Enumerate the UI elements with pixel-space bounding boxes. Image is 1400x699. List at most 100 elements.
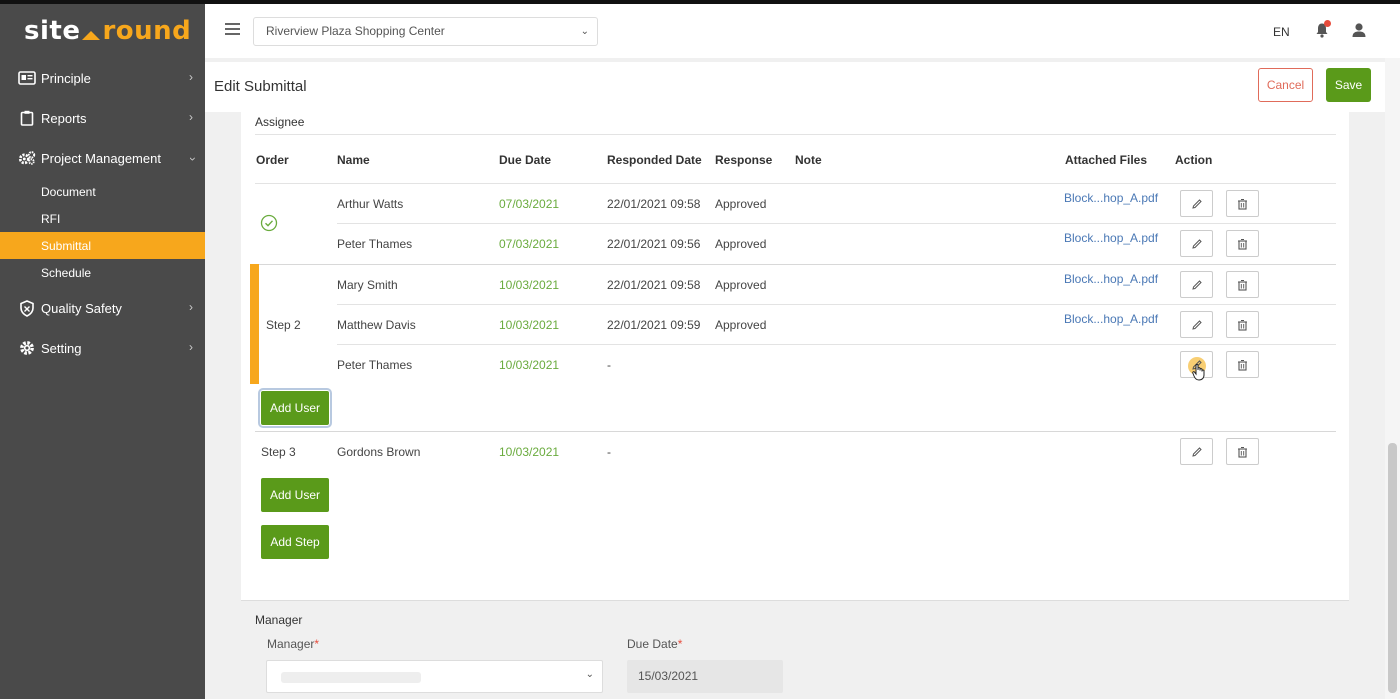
sidebar-subitem-document[interactable]: Document [0,178,205,205]
due-date: 07/03/2021 [499,197,560,211]
notification-bell-icon[interactable] [1315,20,1331,38]
chevron-down-icon: ⌄ [585,669,594,680]
edit-button[interactable] [1180,351,1213,381]
edit-button[interactable] [1180,271,1213,298]
sidebar-item-label: Project Management [41,150,161,166]
due-date-input: 15/03/2021 [627,660,783,693]
assignee-name: Mary Smith [337,278,398,292]
add-user-button[interactable]: Add User [261,478,329,512]
logo: site round [0,4,205,58]
responded-date: - [607,358,611,372]
trash-icon [1238,359,1247,371]
logo-arrow-icon [82,30,101,40]
sidebar-item-reports[interactable]: Reports › [0,98,205,138]
assignee-section-title: Assignee [255,115,305,129]
step-1-completed-icon [260,214,278,235]
delete-button[interactable] [1226,271,1259,298]
attached-file-link[interactable]: Block...hop_A.pdf [1064,272,1158,286]
gear-icon [18,340,36,356]
responded-date: 22/01/2021 09:56 [607,237,701,251]
due-date: 10/03/2021 [499,318,560,332]
due-date: 10/03/2021 [499,358,560,372]
response: Approved [715,318,767,332]
responded-date: 22/01/2021 09:58 [607,278,701,292]
scrollbar-thumb[interactable] [1388,443,1397,693]
attached-file-link[interactable]: Block...hop_A.pdf [1064,191,1158,205]
chevron-right-icon: › [189,300,193,314]
language-switch[interactable]: EN [1273,25,1290,39]
step-label: Step 2 [266,318,301,332]
sidebar-item-principle[interactable]: Principle › [0,58,205,98]
project-select[interactable]: Riverview Plaza Shopping Center ⌄ [253,17,598,46]
clipboard-icon [18,110,36,126]
divider [255,183,1336,184]
sidebar-subitem-rfi[interactable]: RFI [0,205,205,232]
edit-button[interactable] [1180,438,1213,465]
step-label: Step 3 [261,445,296,459]
trash-icon [1238,319,1247,331]
divider [337,223,1336,224]
edit-button[interactable] [1180,311,1213,338]
sidebar-item-project-management[interactable]: Project Management › [0,138,205,178]
scrollbar[interactable] [1385,58,1400,699]
manager-select[interactable]: ⌄ [266,660,603,693]
gears-icon [18,150,36,166]
sidebar: site round Principle › Reports › Project … [0,4,205,699]
required-mark: * [677,637,683,651]
delete-button[interactable] [1226,351,1259,378]
due-date-field-label: Due Date* [627,637,682,651]
trash-icon [1238,279,1247,291]
page-title: Edit Submittal [214,78,307,95]
due-date: 10/03/2021 [499,278,560,292]
id-card-icon [18,70,36,86]
divider [255,264,1336,265]
chevron-right-icon: › [189,110,193,124]
col-header-order: Order [256,153,289,167]
col-header-responded-date: Responded Date [607,153,702,167]
sidebar-subitem-schedule[interactable]: Schedule [0,259,205,286]
add-user-button[interactable]: Add User [258,388,332,428]
required-mark: * [314,637,320,651]
trash-icon [1238,238,1247,250]
sidebar-item-quality-safety[interactable]: Quality Safety › [0,288,205,328]
attached-file-link[interactable]: Block...hop_A.pdf [1064,312,1158,326]
attached-file-link[interactable]: Block...hop_A.pdf [1064,231,1158,245]
chevron-down-icon: › [186,157,200,161]
sidebar-item-setting[interactable]: Setting › [0,328,205,368]
add-step-button[interactable]: Add Step [261,525,329,559]
edit-button[interactable] [1180,230,1213,257]
menu-icon[interactable] [225,23,240,35]
title-bar: Edit Submittal Cancel Save [205,62,1385,112]
user-icon[interactable] [1351,22,1367,38]
chevron-down-icon: ⌄ [580,26,589,37]
pencil-icon [1191,446,1202,457]
col-header-note: Note [795,153,822,167]
shield-icon [18,299,36,317]
divider [337,304,1336,305]
manager-field-label: Manager* [267,637,319,651]
delete-button[interactable] [1226,438,1259,465]
trash-icon [1238,198,1247,210]
due-date: 10/03/2021 [499,445,560,459]
delete-button[interactable] [1226,190,1259,217]
assignee-name: Peter Thames [337,237,413,251]
delete-button[interactable] [1226,230,1259,257]
responded-date: - [607,445,611,459]
sidebar-item-label: Principle [41,70,91,86]
delete-button[interactable] [1226,311,1259,338]
col-header-attached-files: Attached Files [1065,153,1148,167]
sidebar-subitem-submittal[interactable]: Submittal [0,232,205,259]
sidebar-item-label: Setting [41,340,82,356]
cancel-button[interactable]: Cancel [1258,68,1313,102]
manager-label-text: Manager [267,637,315,651]
assignee-name: Peter Thames [337,358,413,372]
manager-section-title: Manager [255,613,303,627]
col-header-name: Name [337,153,370,167]
edit-button[interactable] [1180,190,1213,217]
chevron-right-icon: › [189,70,193,84]
response: Approved [715,237,767,251]
top-header: Riverview Plaza Shopping Center ⌄ EN [205,4,1400,58]
save-button[interactable]: Save [1326,68,1371,102]
pencil-icon [1191,198,1202,209]
trash-icon [1238,446,1247,458]
